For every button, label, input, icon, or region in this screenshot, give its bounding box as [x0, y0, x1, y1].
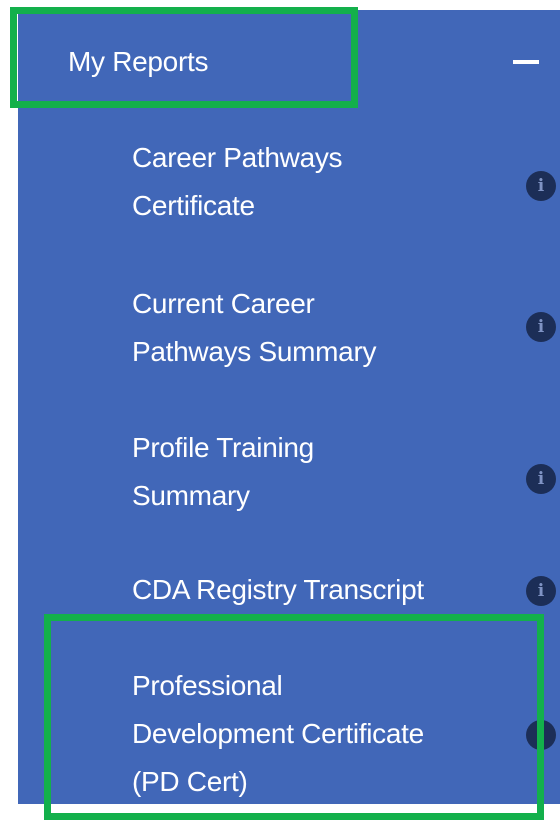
info-icon[interactable]: i: [526, 171, 556, 201]
menu-item-label[interactable]: Current Career Pathways Summary: [132, 280, 492, 376]
menu-item-profile-training-summary[interactable]: Profile Training Summary i: [18, 424, 560, 524]
info-icon[interactable]: i: [526, 464, 556, 494]
info-icon[interactable]: i: [526, 720, 556, 750]
menu-item-label[interactable]: Professional Development Certificate (PD…: [132, 662, 492, 806]
menu-item-label[interactable]: CDA Registry Transcript: [132, 566, 492, 614]
my-reports-header[interactable]: My Reports: [18, 10, 560, 110]
info-icon[interactable]: i: [526, 312, 556, 342]
my-reports-title[interactable]: My Reports: [68, 46, 208, 78]
info-icon[interactable]: i: [526, 576, 556, 606]
minus-icon[interactable]: [513, 60, 539, 64]
menu-item-professional-development-certificate[interactable]: Professional Development Certificate (PD…: [18, 662, 560, 806]
menu-item-label[interactable]: Profile Training Summary: [132, 424, 492, 520]
menu-item-cda-registry-transcript[interactable]: CDA Registry Transcript i: [18, 566, 560, 616]
menu-item-career-pathways-certificate[interactable]: Career Pathways Certificate i: [18, 134, 560, 234]
my-reports-panel: My Reports Career Pathways Certificate i…: [18, 10, 560, 804]
menu-item-label[interactable]: Career Pathways Certificate: [132, 134, 492, 230]
menu-item-current-career-pathways-summary[interactable]: Current Career Pathways Summary i: [18, 280, 560, 380]
